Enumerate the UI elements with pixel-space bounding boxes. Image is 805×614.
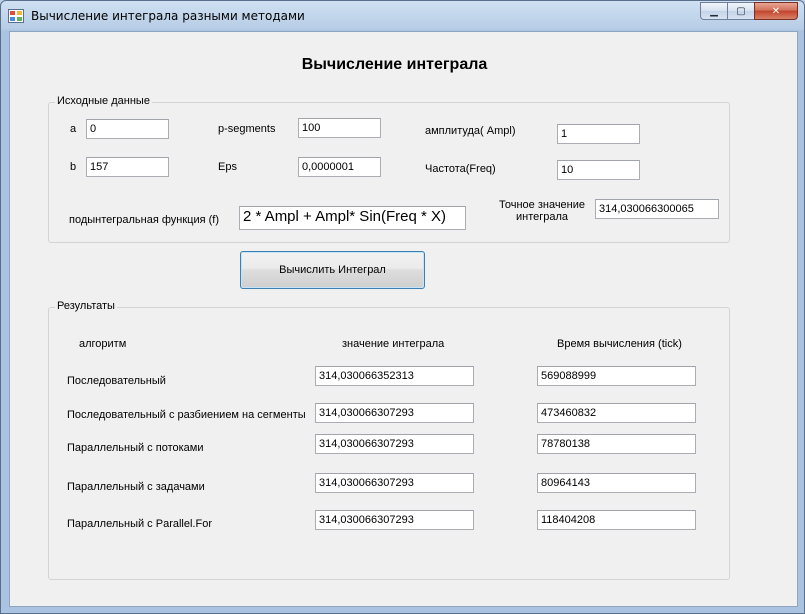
a-label: a [70, 123, 77, 135]
result-row-time[interactable]: 569088999 [537, 366, 696, 386]
ampl-input[interactable]: 1 [557, 124, 640, 144]
compute-integral-button[interactable]: Вычислить Интеграл [240, 251, 425, 289]
value-column-header: значение интеграла [342, 338, 445, 350]
caption-buttons: ▁ ▢ ✕ [700, 2, 798, 20]
exact-value-field[interactable]: 314,030066300065 [595, 199, 719, 219]
result-row-value[interactable]: 314,030066307293 [315, 473, 474, 493]
maximize-button[interactable]: ▢ [727, 2, 754, 20]
function-input[interactable]: 2 * Ampl + Ampl* Sin(Freq * X) [239, 206, 466, 230]
algorithm-column-header: алгоритм [79, 338, 127, 350]
eps-input[interactable]: 0,0000001 [298, 157, 381, 177]
result-row-time[interactable]: 118404208 [537, 510, 696, 530]
title-bar[interactable]: Вычисление интеграла разными методами ▁ … [1, 1, 804, 31]
result-row-name: Последовательный с разбиением на сегмент… [67, 409, 306, 421]
b-input[interactable]: 157 [86, 157, 169, 177]
freq-label: Частота(Freq) [425, 163, 496, 175]
result-row-value[interactable]: 314,030066307293 [315, 510, 474, 530]
function-label: подынтегральная функция (f) [69, 214, 220, 226]
time-column-header: Время вычисления (tick) [557, 338, 682, 350]
b-label: b [70, 161, 77, 173]
result-row-time[interactable]: 473460832 [537, 403, 696, 423]
exact-label-line2: интеграла [515, 211, 569, 223]
close-button[interactable]: ✕ [754, 2, 798, 20]
result-row-name: Параллельный с Parallel.For [67, 518, 212, 530]
result-row-value[interactable]: 314,030066307293 [315, 403, 474, 423]
result-row-value[interactable]: 314,030066307293 [315, 434, 474, 454]
input-group-title: Исходные данные [55, 95, 152, 107]
exact-value-label: Точное значение интеграла [499, 199, 585, 223]
result-row-time[interactable]: 78780138 [537, 434, 696, 454]
results-group: Результаты алгоритм значение интеграла В… [48, 300, 730, 580]
freq-input[interactable]: 10 [557, 160, 640, 180]
window-title: Вычисление интеграла разными методами [31, 9, 305, 23]
maximize-icon: ▢ [736, 5, 746, 17]
a-input[interactable]: 0 [86, 119, 169, 139]
close-icon: ✕ [771, 5, 781, 17]
result-row-time[interactable]: 80964143 [537, 473, 696, 493]
minimize-button[interactable]: ▁ [700, 2, 727, 20]
result-row-name: Параллельный с задачами [67, 481, 205, 493]
results-group-title: Результаты [55, 300, 117, 312]
result-row-name: Параллельный с потоками [67, 442, 204, 454]
ampl-label: амплитуда( Ampl) [425, 125, 516, 137]
app-window: Вычисление интеграла разными методами ▁ … [0, 0, 805, 614]
segments-label: p-segments [218, 123, 276, 135]
exact-label-line1: Точное значение [499, 199, 586, 211]
result-row-value[interactable]: 314,030066352313 [315, 366, 474, 386]
input-group: Исходные данные a 0 b 157 p-segments 100… [48, 95, 730, 243]
segments-input[interactable]: 100 [298, 118, 381, 138]
eps-label: Eps [218, 161, 237, 173]
result-row-name: Последовательный [67, 375, 166, 387]
page-title: Вычисление интеграла [301, 56, 488, 73]
app-icon [8, 9, 24, 23]
form-client-area: Вычисление интеграла Исходные данные a 0… [9, 31, 798, 607]
minimize-icon: ▁ [710, 5, 718, 17]
